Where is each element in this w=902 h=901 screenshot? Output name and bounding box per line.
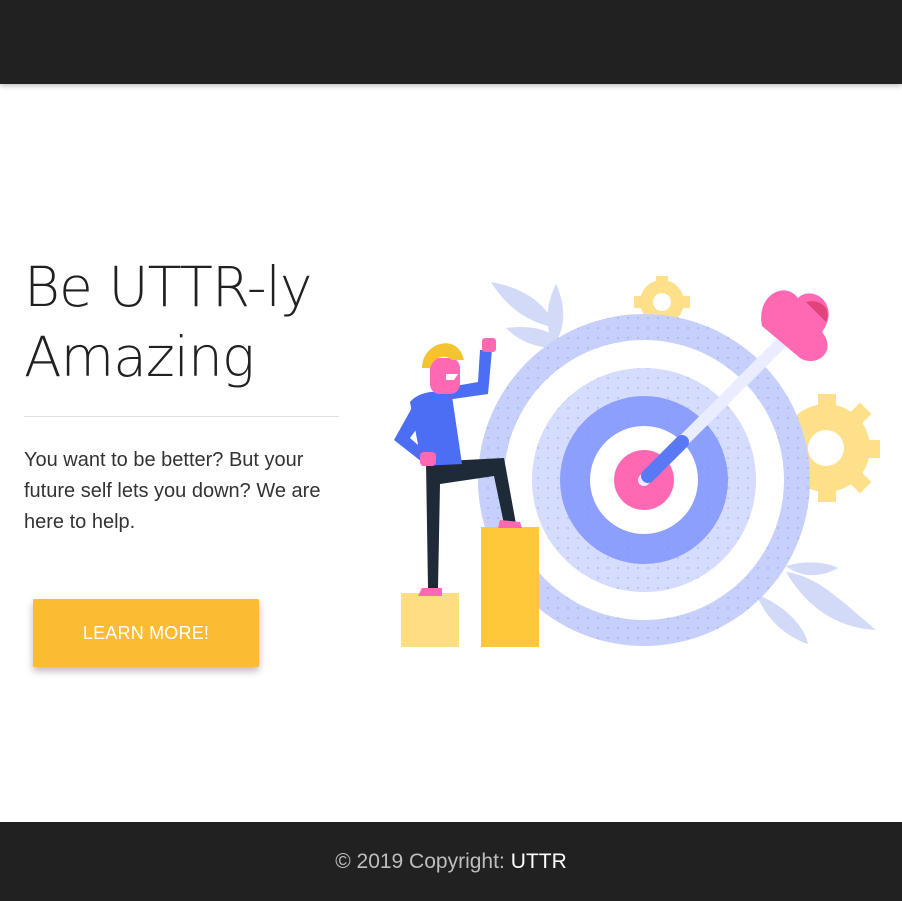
hero-title: Be UTTR-ly Amazing: [24, 252, 364, 392]
hero-description: You want to be better? But your future s…: [24, 449, 321, 533]
footer-copyright: © 2019 Copyright:: [335, 849, 505, 873]
target-achievement-illustration: [394, 276, 880, 647]
tall-block: [481, 527, 539, 647]
top-navbar: [0, 0, 902, 84]
hero-title-line-1: Be UTTR-ly: [24, 255, 312, 319]
learn-more-button[interactable]: LEARN MORE!: [33, 599, 259, 667]
leaves-top-left: [491, 282, 568, 349]
footer-brand-link[interactable]: UTTR: [511, 850, 567, 874]
hero-title-line-2: Amazing: [24, 325, 255, 389]
short-block: [401, 593, 459, 647]
hero-divider: [24, 416, 339, 417]
footer: © 2019 Copyright: UTTR: [0, 822, 902, 901]
